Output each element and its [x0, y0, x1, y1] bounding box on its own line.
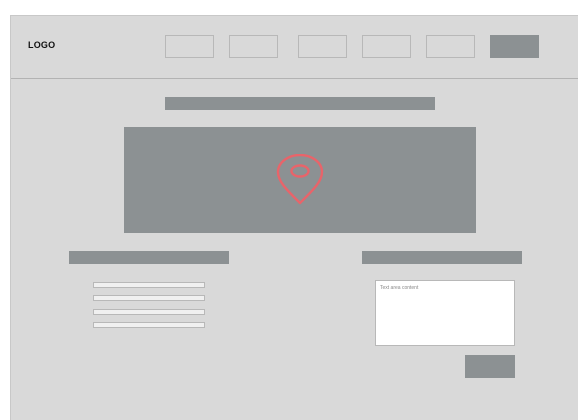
text-area-content: Text area content: [380, 285, 419, 291]
nav-button-3[interactable]: [298, 35, 347, 58]
wireframe-canvas: LOGO Text area content: [10, 15, 578, 420]
header: LOGO: [11, 16, 578, 79]
nav-button-5[interactable]: [426, 35, 475, 58]
submit-button[interactable]: [465, 355, 515, 378]
form-field-1[interactable]: [93, 282, 205, 288]
text-area[interactable]: Text area content: [375, 280, 515, 346]
page: LOGO Text area content: [0, 0, 578, 420]
logo: LOGO: [28, 40, 56, 50]
nav-button-2[interactable]: [229, 35, 278, 58]
left-heading-placeholder: [69, 251, 229, 264]
form-field-3[interactable]: [93, 309, 205, 315]
nav-button-primary[interactable]: [490, 35, 539, 58]
nav-button-1[interactable]: [165, 35, 214, 58]
nav-button-4[interactable]: [362, 35, 411, 58]
right-heading-placeholder: [362, 251, 522, 264]
map-pin-icon: [276, 154, 324, 205]
form-field-2[interactable]: [93, 295, 205, 301]
form-field-4[interactable]: [93, 322, 205, 328]
map-placeholder[interactable]: [124, 127, 476, 233]
page-title-placeholder: [165, 97, 435, 110]
